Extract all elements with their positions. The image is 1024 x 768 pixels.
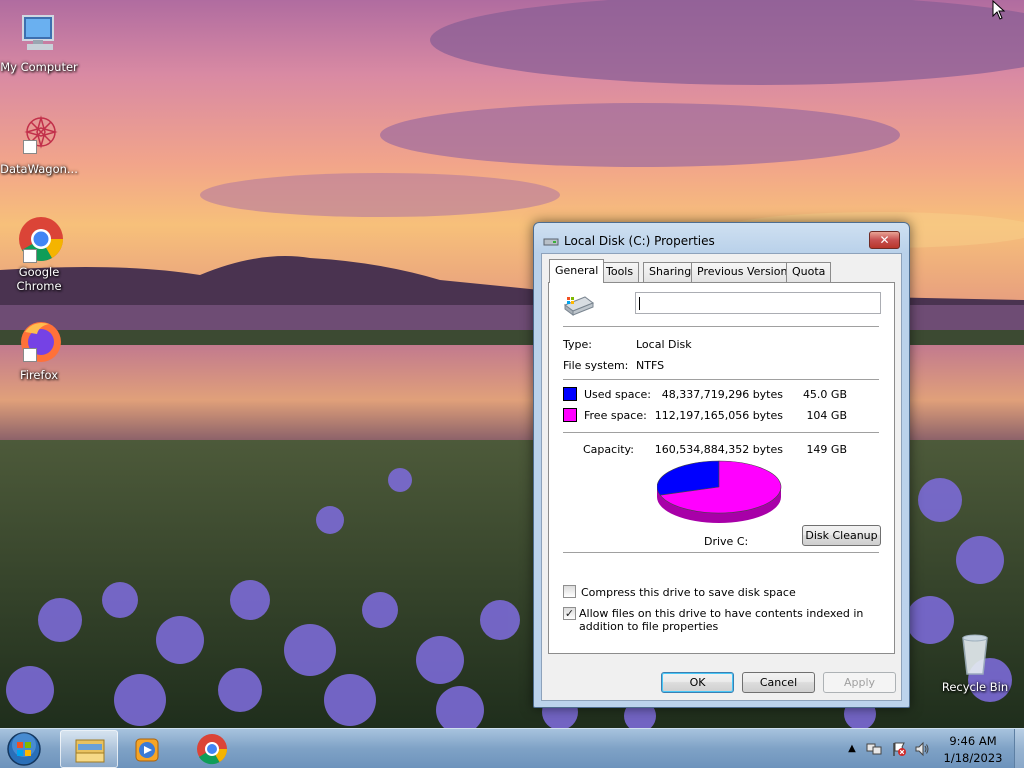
- taskbar-chrome[interactable]: [183, 730, 241, 768]
- desktop-icon-label: DataWagon...: [0, 162, 78, 176]
- tab-quota[interactable]: Quota: [786, 262, 832, 282]
- desktop-icon-datawagon[interactable]: DataWagon...: [0, 112, 78, 176]
- volume-icon[interactable]: [914, 741, 930, 757]
- chrome-icon: [197, 734, 227, 765]
- taskbar: ▲ 9:46 AM 1/18/2023: [0, 728, 1024, 768]
- mouse-cursor-icon: [992, 0, 1006, 23]
- volume-label-input[interactable]: [635, 292, 881, 314]
- type-label: Type:: [563, 338, 592, 351]
- general-tab-panel: Type: Local Disk File system: NTFS Used …: [548, 282, 895, 654]
- taskbar-media-player[interactable]: [118, 730, 176, 768]
- shortcut-arrow-icon: [23, 140, 37, 154]
- hard-drive-icon: [563, 293, 595, 322]
- clock-time[interactable]: 9:46 AM: [933, 734, 1013, 748]
- tab-tools[interactable]: Tools: [600, 262, 640, 282]
- drive-label: Drive C:: [704, 535, 749, 548]
- used-space-size: 45.0 GB: [802, 388, 847, 401]
- desktop-icon-firefox[interactable]: Firefox: [0, 318, 78, 382]
- shortcut-arrow-icon: [23, 249, 37, 263]
- tab-previous-versions[interactable]: Previous Versions: [691, 262, 800, 282]
- text-caret: [639, 297, 640, 310]
- file-system-value: NTFS: [636, 359, 665, 372]
- tab-general[interactable]: General: [549, 259, 605, 283]
- show-desktop-button[interactable]: [1014, 729, 1024, 768]
- desktop-icon-label: Google Chrome: [16, 265, 62, 293]
- capacity-size: 149 GB: [806, 443, 847, 456]
- index-contents-label[interactable]: Allow files on this drive to have conten…: [579, 607, 884, 633]
- ok-button[interactable]: OK: [661, 672, 734, 693]
- index-contents-checkbox[interactable]: ✓: [563, 607, 576, 620]
- divider: [563, 432, 879, 433]
- start-button[interactable]: [4, 730, 50, 768]
- disk-cleanup-button[interactable]: Disk Cleanup: [802, 525, 881, 546]
- desktop-icon-my-computer[interactable]: My Computer: [0, 10, 78, 74]
- desktop-icon-recycle-bin[interactable]: Recycle Bin: [936, 630, 1014, 694]
- capacity-label: Capacity:: [583, 443, 634, 456]
- dialog-client-area: General Tools Sharing Previous Versions …: [541, 253, 902, 701]
- properties-dialog: Local Disk (C:) Properties ✕ General Too…: [533, 222, 910, 708]
- used-space-bytes: 48,337,719,296 bytes: [661, 388, 783, 401]
- desktop-icon-label: Recycle Bin: [941, 680, 1009, 694]
- shortcut-arrow-icon: [23, 348, 37, 362]
- divider: [563, 326, 879, 327]
- free-space-label: Free space:: [584, 409, 647, 422]
- desktop-icon-label: My Computer: [0, 60, 78, 74]
- computer-icon: [15, 10, 63, 58]
- free-space-size: 104 GB: [806, 409, 847, 422]
- compress-drive-label[interactable]: Compress this drive to save disk space: [581, 586, 796, 599]
- recycle-bin-icon: [951, 630, 999, 678]
- network-icon[interactable]: [866, 741, 882, 757]
- taskbar-windows-explorer[interactable]: [60, 730, 118, 768]
- divider: [563, 552, 879, 553]
- compress-drive-checkbox[interactable]: [563, 585, 576, 598]
- desktop-icon-label: Firefox: [19, 368, 59, 382]
- close-button[interactable]: ✕: [869, 231, 900, 249]
- drive-icon: [543, 235, 559, 250]
- capacity-bytes: 160,534,884,352 bytes: [654, 443, 783, 456]
- datawagon-icon: [15, 112, 63, 160]
- used-space-label: Used space:: [584, 388, 652, 401]
- dialog-title: Local Disk (C:) Properties: [564, 234, 715, 248]
- windows-explorer-icon: [75, 739, 105, 763]
- show-hidden-icons-icon[interactable]: ▲: [844, 741, 860, 757]
- clock-date[interactable]: 1/18/2023: [933, 751, 1013, 765]
- firefox-icon: [15, 318, 63, 366]
- media-player-icon: [135, 738, 159, 762]
- chrome-icon: [15, 215, 63, 263]
- divider: [563, 379, 879, 380]
- disk-usage-pie-chart: [657, 460, 782, 523]
- cancel-button[interactable]: Cancel: [742, 672, 815, 693]
- start-orb-icon: [7, 732, 41, 766]
- apply-button[interactable]: Apply: [823, 672, 896, 693]
- free-space-bytes: 112,197,165,056 bytes: [654, 409, 783, 422]
- used-space-swatch: [563, 387, 577, 401]
- file-system-label: File system:: [563, 359, 629, 372]
- action-center-icon[interactable]: [891, 741, 907, 757]
- desktop-icon-google-chrome[interactable]: Google Chrome: [0, 215, 78, 293]
- tab-sharing[interactable]: Sharing: [643, 262, 698, 282]
- dialog-titlebar[interactable]: Local Disk (C:) Properties ✕: [534, 223, 909, 257]
- free-space-swatch: [563, 408, 577, 422]
- type-value: Local Disk: [636, 338, 692, 351]
